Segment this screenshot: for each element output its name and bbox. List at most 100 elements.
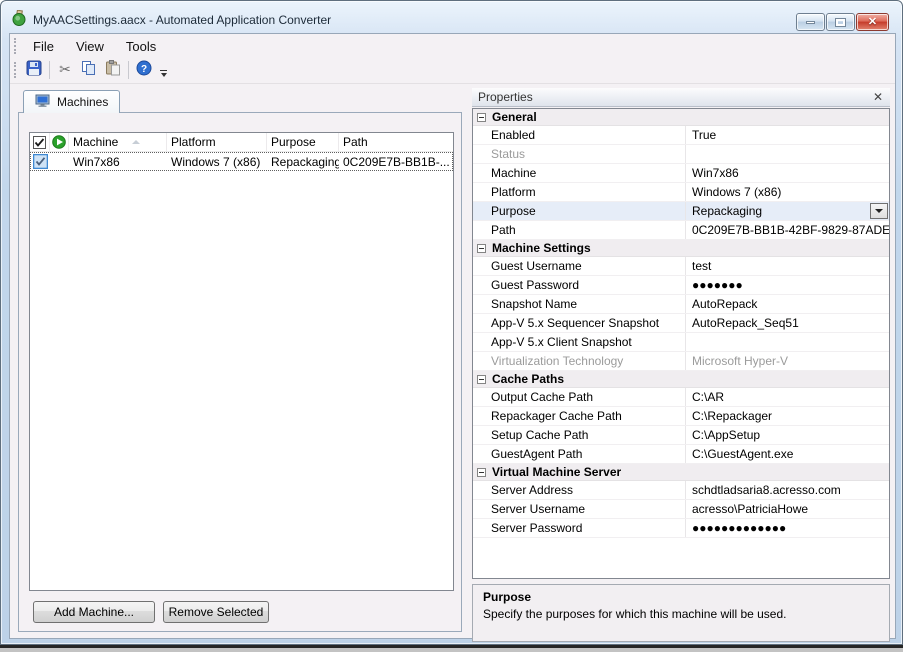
property-value[interactable]: Repackaging — [685, 202, 889, 220]
property-label: Guest Password — [473, 276, 685, 294]
section-header-machine-settings[interactable]: Machine Settings — [473, 240, 889, 257]
toolbar: ✂? — [10, 57, 895, 84]
property-value[interactable]: ●●●●●●●●●●●●● — [685, 519, 889, 537]
window-controls: ✕ — [796, 13, 889, 31]
property-row[interactable]: PurposeRepackaging — [473, 202, 889, 221]
property-value[interactable]: AutoRepack — [685, 295, 889, 313]
property-row[interactable]: Guest Usernametest — [473, 257, 889, 276]
property-row[interactable]: PlatformWindows 7 (x86) — [473, 183, 889, 202]
window-title: MyAACSettings.aacx - Automated Applicati… — [33, 13, 331, 27]
row-checkbox[interactable] — [30, 152, 50, 171]
property-row[interactable]: App-V 5.x Sequencer SnapshotAutoRepack_S… — [473, 314, 889, 333]
property-value[interactable] — [685, 333, 889, 351]
collapse-icon[interactable] — [477, 468, 486, 477]
paste-icon — [105, 60, 121, 81]
property-value[interactable] — [685, 145, 889, 163]
section-header-general[interactable]: General — [473, 109, 889, 126]
property-value[interactable]: ●●●●●●● — [685, 276, 889, 294]
app-window: MyAACSettings.aacx - Automated Applicati… — [0, 0, 903, 645]
column-header-platform[interactable]: Platform — [167, 133, 267, 151]
description-title: Purpose — [483, 590, 879, 604]
section-header-cache-paths[interactable]: Cache Paths — [473, 371, 889, 388]
collapse-icon[interactable] — [477, 375, 486, 384]
select-all-checkbox[interactable] — [30, 133, 50, 151]
tab-machines-label: Machines — [57, 95, 108, 109]
property-row[interactable]: App-V 5.x Client Snapshot — [473, 333, 889, 352]
property-value[interactable]: Win7x86 — [685, 164, 889, 182]
title-bar: MyAACSettings.aacx - Automated Applicati… — [11, 10, 752, 30]
save-icon — [26, 60, 42, 81]
close-button[interactable]: ✕ — [856, 13, 889, 31]
close-icon: ✕ — [868, 17, 877, 28]
property-label: Setup Cache Path — [473, 426, 685, 444]
remove-selected-button[interactable]: Remove Selected — [163, 601, 269, 623]
property-value[interactable]: C:\GuestAgent.exe — [685, 445, 889, 463]
section-title: Cache Paths — [492, 372, 564, 386]
property-value[interactable]: Microsoft Hyper-V — [685, 352, 889, 370]
property-value[interactable]: test — [685, 257, 889, 275]
column-header-purpose[interactable]: Purpose — [267, 133, 339, 151]
property-row[interactable]: Setup Cache PathC:\AppSetup — [473, 426, 889, 445]
cell-machine: Win7x86 — [69, 152, 167, 171]
property-row[interactable]: EnabledTrue — [473, 126, 889, 145]
tab-machines[interactable]: Machines — [23, 90, 120, 113]
dropdown-button[interactable] — [870, 203, 888, 219]
help-icon: ? — [136, 60, 152, 81]
copy-button[interactable] — [77, 59, 101, 81]
property-row[interactable]: Server Usernameacresso\PatriciaHowe — [473, 500, 889, 519]
property-row[interactable]: Path0C209E7B-BB1B-42BF-9829-87ADED2E8 — [473, 221, 889, 240]
property-value[interactable]: Windows 7 (x86) — [685, 183, 889, 201]
svg-text:?: ? — [141, 64, 147, 75]
property-row[interactable]: GuestAgent PathC:\GuestAgent.exe — [473, 445, 889, 464]
property-value[interactable]: C:\Repackager — [685, 407, 889, 425]
menu-file[interactable]: File — [22, 37, 65, 56]
copy-icon — [81, 60, 97, 81]
property-value[interactable]: 0C209E7B-BB1B-42BF-9829-87ADED2E8 — [685, 221, 889, 239]
table-row[interactable]: Win7x86Windows 7 (x86)Repackaging0C209E7… — [30, 152, 453, 171]
cut-button[interactable]: ✂ — [53, 59, 77, 81]
property-label: Purpose — [473, 202, 685, 220]
cell-platform: Windows 7 (x86) — [167, 152, 267, 171]
collapse-icon[interactable] — [477, 244, 486, 253]
property-row[interactable]: Snapshot NameAutoRepack — [473, 295, 889, 314]
help-button[interactable]: ? — [132, 59, 156, 81]
property-value[interactable]: acresso\PatriciaHowe — [685, 500, 889, 518]
properties-close-button[interactable]: ✕ — [871, 91, 885, 103]
cell-purpose: Repackaging — [267, 152, 339, 171]
property-label: Snapshot Name — [473, 295, 685, 313]
maximize-icon — [836, 19, 845, 26]
property-row[interactable]: Guest Password●●●●●●● — [473, 276, 889, 295]
column-header-path[interactable]: Path — [339, 133, 453, 151]
property-row[interactable]: Server Password●●●●●●●●●●●●● — [473, 519, 889, 538]
column-header-machine[interactable]: Machine — [69, 133, 167, 151]
property-row[interactable]: Server Addressschdtladsaria8.acresso.com — [473, 481, 889, 500]
property-label: Server Address — [473, 481, 685, 499]
cell-path: 0C209E7B-BB1B-... — [339, 152, 453, 171]
property-label: Platform — [473, 183, 685, 201]
property-row[interactable]: Status — [473, 145, 889, 164]
save-button[interactable] — [22, 59, 46, 81]
property-row[interactable]: Virtualization TechnologyMicrosoft Hyper… — [473, 352, 889, 371]
property-row[interactable]: MachineWin7x86 — [473, 164, 889, 183]
property-value[interactable]: schdtladsaria8.acresso.com — [685, 481, 889, 499]
maximize-button[interactable] — [826, 13, 855, 31]
property-row[interactable]: Output Cache PathC:\AR — [473, 388, 889, 407]
section-header-virtual-machine-server[interactable]: Virtual Machine Server — [473, 464, 889, 481]
toolbar-overflow-button[interactable] — [160, 70, 167, 77]
paste-button[interactable] — [101, 59, 125, 81]
property-label: Repackager Cache Path — [473, 407, 685, 425]
minimize-button[interactable] — [796, 13, 825, 31]
property-label: App-V 5.x Sequencer Snapshot — [473, 314, 685, 332]
property-value[interactable]: AutoRepack_Seq51 — [685, 314, 889, 332]
property-label: Server Username — [473, 500, 685, 518]
property-value[interactable]: C:\AR — [685, 388, 889, 406]
add-machine-button[interactable]: Add Machine... — [33, 601, 155, 623]
collapse-icon[interactable] — [477, 113, 486, 122]
property-value[interactable]: True — [685, 126, 889, 144]
menu-view[interactable]: View — [65, 37, 115, 56]
property-label: App-V 5.x Client Snapshot — [473, 333, 685, 351]
property-row[interactable]: Repackager Cache PathC:\Repackager — [473, 407, 889, 426]
window-shadow — [0, 648, 903, 652]
property-value[interactable]: C:\AppSetup — [685, 426, 889, 444]
menu-tools[interactable]: Tools — [115, 37, 167, 56]
